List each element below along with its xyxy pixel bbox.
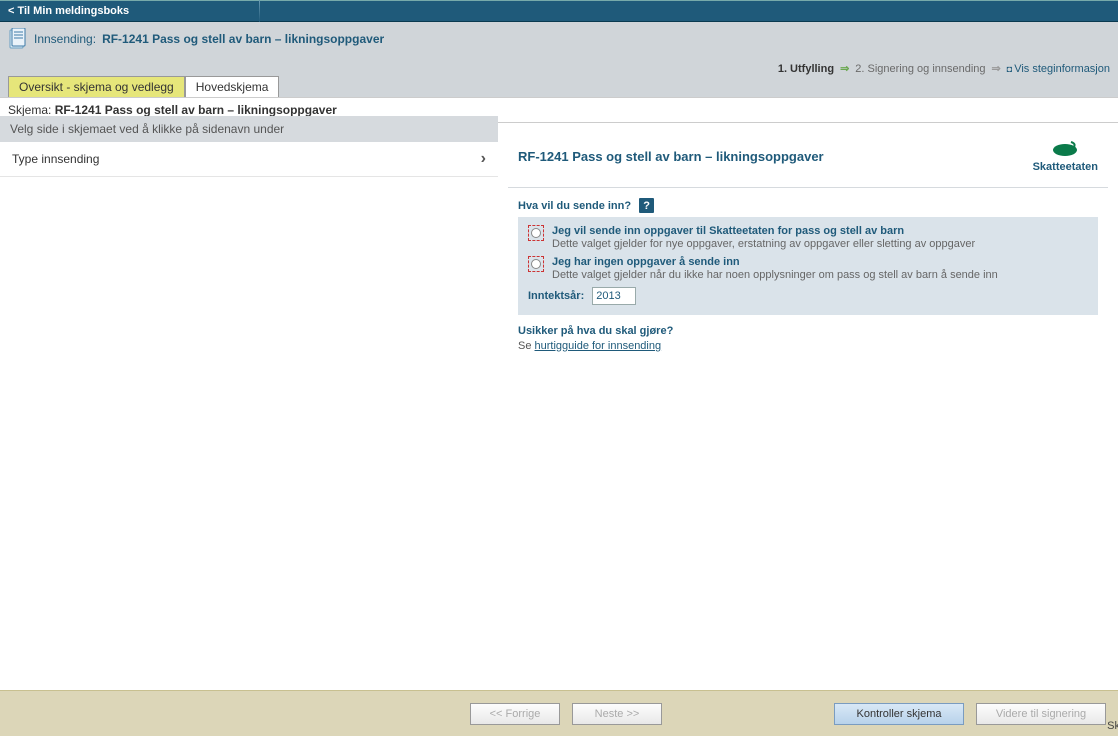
schema-value: RF-1241 Pass og stell av barn – liknings… [55, 103, 337, 117]
show-step-info-link[interactable]: ◘Vis steginformasjon [1007, 63, 1110, 75]
page-nav-item[interactable]: Type innsending › [0, 142, 498, 177]
step-1-label: 1. Utfylling [778, 63, 834, 75]
help-section: Usikker på hva du skal gjøre? Se hurtigg… [508, 315, 1108, 362]
quickguide-link[interactable]: hurtigguide for innsending [535, 340, 662, 352]
tab-main-form[interactable]: Hovedskjema [185, 76, 280, 97]
income-year-input[interactable] [592, 287, 636, 305]
radio-option-2[interactable] [528, 256, 544, 272]
submission-title: RF-1241 Pass og stell av barn – liknings… [102, 32, 384, 46]
document-title-row: Innsending: RF-1241 Pass og stell av bar… [8, 28, 1110, 50]
left-column-header: Velg side i skjemaet ved å klikke på sid… [0, 116, 498, 142]
document-icon [8, 28, 28, 50]
cropped-text: Sk [1107, 720, 1118, 732]
option-2-desc: Dette valget gjelder når du ikke har noe… [552, 269, 998, 281]
radio-option-1[interactable] [528, 225, 544, 241]
option-1-desc: Dette valget gjelder for nye oppgaver, e… [552, 238, 975, 250]
agency-block: Skatteetaten [1033, 140, 1098, 173]
option-1-label: Jeg vil sende inn oppgaver til Skatteeta… [552, 225, 975, 237]
top-bar: < Til Min meldingsboks [0, 0, 1118, 22]
help-icon[interactable]: ? [639, 198, 654, 213]
continue-signing-button[interactable]: Videre til signering [976, 703, 1106, 725]
step-2-label: 2. Signering og innsending [855, 63, 985, 75]
prev-button[interactable]: << Forrige [470, 703, 560, 725]
arrow-icon: ⇒ [840, 62, 849, 75]
income-year-label: Inntektsår: [528, 290, 584, 302]
arrow-icon: ⇒ [992, 62, 1001, 75]
topbar-divider [259, 0, 260, 22]
steps-indicator: 1. Utfylling ⇒ 2. Signering og innsendin… [778, 62, 1110, 75]
chevron-right-icon: › [481, 150, 486, 168]
income-year-row: Inntektsår: [528, 287, 1088, 305]
next-button[interactable]: Neste >> [572, 703, 662, 725]
option-2-label: Jeg har ingen oppgaver å sende inn [552, 256, 998, 268]
question-row: Hva vil du sende inn? ? [518, 198, 1098, 213]
left-column: Velg side i skjemaet ved å klikke på sid… [0, 116, 498, 690]
option-2: Jeg har ingen oppgaver å sende inn Dette… [528, 256, 1088, 281]
agency-name: Skatteetaten [1033, 161, 1098, 173]
schema-label: Skjema: [8, 103, 55, 117]
header-area: Innsending: RF-1241 Pass og stell av bar… [0, 22, 1118, 97]
check-schema-button[interactable]: Kontroller skjema [834, 703, 964, 725]
form-header: RF-1241 Pass og stell av barn – liknings… [508, 116, 1108, 188]
question-section: Hva vil du sende inn? ? Jeg vil sende in… [508, 188, 1108, 315]
submission-label: Innsending: [34, 32, 96, 46]
bullet-icon: ◘ [1007, 64, 1012, 74]
question-label: Hva vil du sende inn? [518, 200, 631, 212]
right-column: RF-1241 Pass og stell av barn – liknings… [498, 116, 1118, 690]
unsure-label: Usikker på hva du skal gjøre? [518, 325, 1098, 337]
main-area: Velg side i skjemaet ved å klikke på sid… [0, 116, 1118, 690]
option-1: Jeg vil sende inn oppgaver til Skatteeta… [528, 225, 1088, 250]
form-title: RF-1241 Pass og stell av barn – liknings… [518, 149, 824, 164]
see-guide-line: Se hurtigguide for innsending [518, 340, 1098, 352]
agency-logo-icon [1051, 140, 1079, 158]
back-to-inbox-link[interactable]: < Til Min meldingsboks [8, 5, 129, 17]
tab-bar: Oversikt - skjema og vedlegg Hovedskjema [8, 76, 1110, 97]
page-nav-label: Type innsending [12, 152, 99, 166]
options-box: Jeg vil sende inn oppgaver til Skatteeta… [518, 217, 1098, 315]
footer-bar: << Forrige Neste >> Kontroller skjema Vi… [0, 690, 1118, 736]
tab-overview[interactable]: Oversikt - skjema og vedlegg [8, 76, 185, 97]
see-prefix: Se [518, 340, 535, 352]
